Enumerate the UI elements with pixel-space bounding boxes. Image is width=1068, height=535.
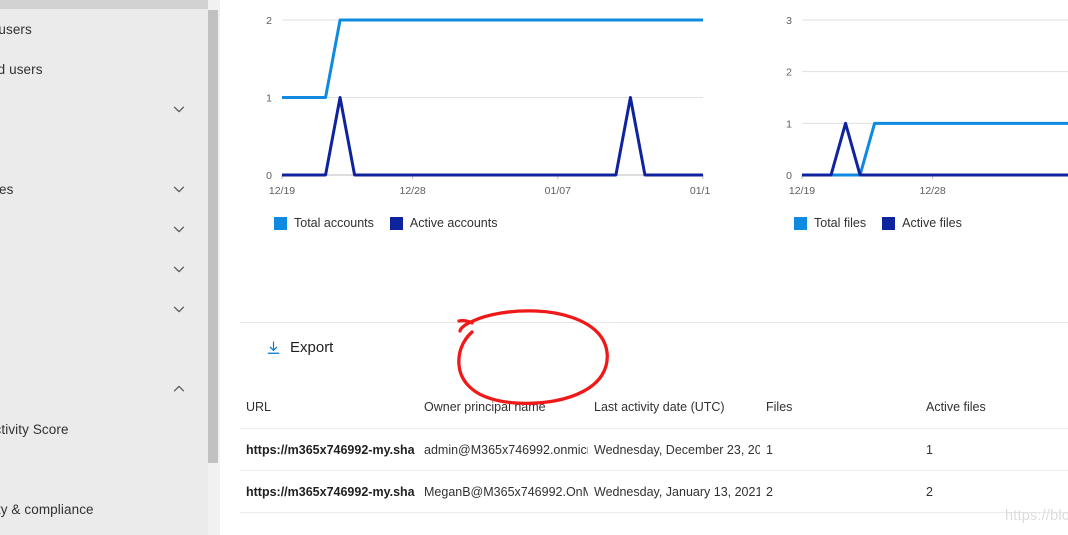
svg-text:2: 2	[266, 15, 272, 27]
table-header-row: URL Owner principal name Last activity dat…	[240, 400, 1068, 429]
table-cell-active-files: 2	[920, 470, 1068, 513]
table-cell-date: Wednesday, December 23, 20:	[588, 428, 760, 471]
svg-text:0: 0	[786, 170, 792, 182]
legend-entry[interactable]: Total files	[794, 216, 866, 230]
download-icon	[266, 340, 281, 356]
table-cell-url: https://m365x746992-my.sha	[240, 470, 418, 513]
sidebar-item-label: Resources	[0, 181, 14, 197]
chart-plot-accounts: 0 1 2 12/19 12/28 01/07 01/17	[240, 12, 740, 202]
sidebar-top-strip	[0, 0, 208, 9]
sidebar-item-settings[interactable]: Settings	[0, 289, 208, 329]
table-cell-url: https://m365x746992-my.sha	[240, 428, 418, 471]
usage-table: URL Owner principal name Last activity dat…	[240, 400, 1068, 513]
sidebar-item-setup[interactable]: Setup	[0, 329, 208, 369]
svg-text:2: 2	[786, 67, 792, 79]
legend-color-swatch	[794, 216, 807, 230]
table-cell-date: Wednesday, January 13, 2021	[588, 470, 760, 513]
chart-legend-files: Total files Active files	[760, 216, 1068, 230]
svg-text:12/28: 12/28	[920, 185, 946, 197]
chevron-up-icon[interactable]	[172, 382, 186, 396]
sidebar-item-reports[interactable]: Reports	[0, 369, 208, 409]
chevron-down-icon[interactable]	[172, 302, 186, 316]
table-row[interactable]: https://m365x746992-my.sha admin@M365x746…	[240, 428, 1068, 471]
sidebar-item-label: Productivity Score	[0, 421, 69, 437]
table-row[interactable]: https://m365x746992-my.sha MeganB@M365x74…	[240, 470, 1068, 513]
chart-title-files: Number of total and active files	[760, 0, 1068, 1]
legend-color-swatch	[274, 216, 287, 230]
sidebar-item-label: Guest users	[0, 21, 32, 37]
legend-label: Active accounts	[409, 216, 498, 230]
sidebar-navigation: Guest users Deleted users GroupsRoles Resou…	[0, 0, 208, 535]
table-column-header[interactable]: Owner principal name	[418, 400, 588, 429]
table-cell-owner: MeganB@M365x746992.OnM	[418, 470, 588, 513]
chart-title-accounts: Number of total and active accounts	[240, 0, 740, 1]
chart-card-accounts: Number of total and active accounts 0 1 2 1…	[240, 0, 740, 230]
chevron-down-icon[interactable]	[172, 182, 186, 196]
chart-plot-files: 0 1 2 3 12/19 12/28	[760, 12, 1068, 202]
sidebar-item-security-compliance[interactable]: Security & compliance	[0, 489, 208, 529]
svg-text:01/07: 01/07	[545, 185, 571, 197]
content-divider	[240, 322, 1068, 323]
sidebar-item-support[interactable]: Support	[0, 249, 208, 289]
svg-text:12/19: 12/19	[789, 185, 815, 197]
legend-label: Total accounts	[294, 216, 374, 230]
svg-text:0: 0	[266, 170, 272, 182]
legend-entry[interactable]: Active accounts	[389, 216, 498, 230]
legend-color-swatch	[882, 216, 896, 230]
main-content: Number of total and active accounts 0121…	[220, 0, 1068, 535]
table-column-header[interactable]: Last activity date (UTC)	[588, 400, 760, 429]
legend-label: Total files	[814, 216, 867, 230]
svg-text:3: 3	[786, 15, 792, 27]
svg-text:1: 1	[266, 93, 272, 105]
svg-text:12/19: 12/19	[269, 185, 295, 197]
sidebar-item-productivity-score[interactable]: Productivity Score	[0, 409, 208, 449]
sidebar-item-billing[interactable]: Billing	[0, 209, 208, 249]
chevron-down-icon[interactable]	[172, 222, 186, 236]
legend-entry[interactable]: Total accounts	[274, 216, 374, 230]
legend-entry[interactable]: Active files	[882, 216, 962, 230]
export-button-label: Export	[290, 339, 334, 356]
sidebar-item-deleted-users[interactable]: Deleted users	[0, 49, 208, 89]
export-button[interactable]: Export	[262, 337, 337, 358]
sidebar-item-roles[interactable]: Roles	[0, 129, 208, 169]
usage-table-header: URL Owner principal name Last activity dat…	[240, 400, 1068, 429]
table-cell-active-files: 1	[920, 428, 1068, 471]
table-cell-files: 1	[760, 428, 920, 471]
sidebar-item-guest-users[interactable]: Guest users	[0, 9, 208, 49]
sidebar-item-label: Deleted users	[0, 61, 43, 77]
app-root: Guest users Deleted users GroupsRoles Resou…	[0, 0, 1068, 535]
sidebar-item-health[interactable]: Health	[0, 529, 208, 535]
page-scrollbar-thumb[interactable]	[208, 10, 218, 463]
svg-text:01/17: 01/17	[690, 185, 710, 197]
sidebar-item-list: Guest users Deleted users GroupsRoles Resou…	[0, 9, 208, 535]
legend-color-swatch	[389, 216, 403, 230]
table-column-header[interactable]: Active files	[920, 400, 1068, 429]
table-column-header[interactable]: Files	[760, 400, 920, 429]
legend-label: Active files	[902, 216, 962, 230]
svg-text:12/28: 12/28	[400, 185, 426, 197]
chevron-down-icon[interactable]	[172, 102, 186, 116]
table-cell-owner: admin@M365x746992.onmicr	[418, 428, 588, 471]
chart-legend-accounts: Total accounts Active accounts	[240, 216, 740, 230]
svg-text:1: 1	[786, 118, 792, 130]
sidebar-item-label: Security & compliance	[0, 501, 94, 517]
chevron-down-icon[interactable]	[172, 262, 186, 276]
sidebar-item-resources[interactable]: Resources	[0, 169, 208, 209]
sidebar-item-groups[interactable]: Groups	[0, 89, 208, 129]
sidebar-item-usage[interactable]: Usage	[0, 449, 208, 489]
table-cell-files: 2	[760, 470, 920, 513]
table-column-header[interactable]: URL	[240, 400, 418, 429]
usage-table-body: https://m365x746992-my.sha admin@M365x746…	[240, 428, 1068, 513]
chart-card-files: Number of total and active files 0 1 2 3 12/…	[760, 0, 1068, 230]
